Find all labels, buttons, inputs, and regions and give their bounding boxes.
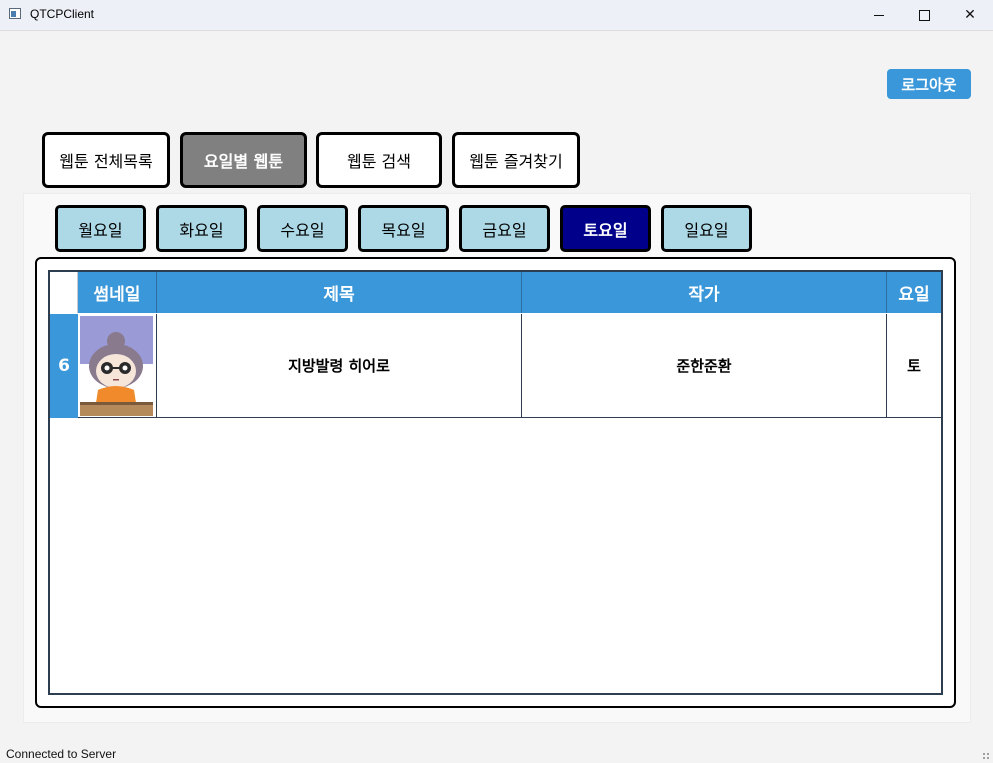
row-header[interactable]: 6: [50, 314, 78, 418]
tab-webtoons-by-day[interactable]: 요일별 웹툰: [180, 132, 307, 188]
title-bar: QTCPClient ✕: [0, 0, 993, 31]
day-button-sunday[interactable]: 일요일: [661, 205, 752, 252]
day-button-tuesday[interactable]: 화요일: [156, 205, 247, 252]
column-header-title[interactable]: 제목: [157, 272, 522, 313]
close-button[interactable]: ✕: [947, 0, 993, 30]
day-button-thursday[interactable]: 목요일: [358, 205, 449, 252]
day-button-friday[interactable]: 금요일: [459, 205, 550, 252]
maximize-icon: [918, 9, 930, 21]
table-corner[interactable]: [50, 272, 78, 313]
app-icon: [9, 8, 21, 19]
status-bar-text: Connected to Server: [6, 747, 117, 761]
tab-webtoon-favorites[interactable]: 웹툰 즐겨찾기: [452, 132, 580, 188]
logout-button[interactable]: 로그아웃: [887, 69, 971, 99]
resize-grip-icon[interactable]: [982, 752, 990, 760]
window-title: QTCPClient: [30, 7, 95, 21]
table-cell-author[interactable]: 준한준환: [522, 314, 887, 418]
tab-all-webtoons[interactable]: 웹툰 전체목록: [42, 132, 170, 188]
column-header-author[interactable]: 작가: [522, 272, 887, 313]
minimize-button[interactable]: [856, 0, 902, 30]
day-button-saturday[interactable]: 토요일: [560, 205, 651, 252]
minimize-icon: [874, 14, 884, 16]
tab-webtoon-search[interactable]: 웹툰 검색: [316, 132, 442, 188]
maximize-button[interactable]: [901, 0, 947, 30]
table-cell-title[interactable]: 지방발령 히어로: [157, 314, 522, 418]
column-header-thumbnail[interactable]: 썸네일: [78, 272, 157, 313]
close-icon: ✕: [964, 7, 976, 23]
day-button-monday[interactable]: 월요일: [55, 205, 146, 252]
column-header-day[interactable]: 요일: [887, 272, 941, 313]
table-cell-day[interactable]: 토: [887, 314, 941, 418]
webtoon-thumbnail-image: [80, 316, 153, 416]
day-button-wednesday[interactable]: 수요일: [257, 205, 348, 252]
